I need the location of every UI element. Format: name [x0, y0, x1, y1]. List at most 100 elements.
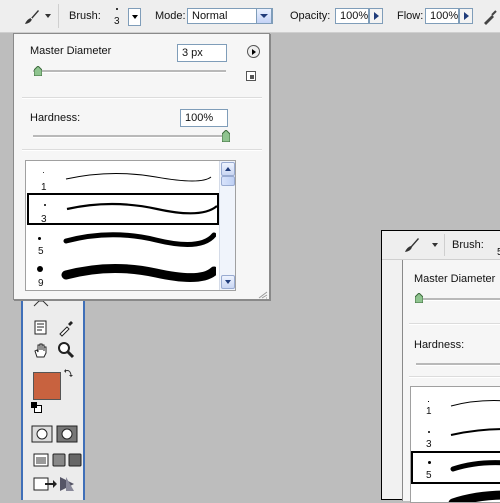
brush-picker-panel: Master Diameter 3 px Hardness: 100% 1 3 …	[13, 33, 270, 300]
master-diameter-slider-thumb[interactable]	[33, 65, 43, 77]
chevron-down-icon	[225, 280, 231, 284]
full-screen-mode-icon[interactable]	[65, 450, 85, 470]
brush-preset-size: 9	[38, 278, 44, 289]
brush-preset-row[interactable]: 1	[26, 161, 221, 193]
new-preset-icon[interactable]	[246, 71, 256, 81]
brush-preset-row[interactable]: 5	[26, 225, 221, 257]
second-hardness-slider[interactable]	[416, 363, 500, 366]
brush-stroke-preview	[448, 490, 500, 502]
divider	[22, 97, 262, 99]
brush-stroke-preview	[450, 428, 500, 436]
notes-tool-icon[interactable]	[31, 318, 51, 338]
toolbox	[21, 298, 85, 500]
brush-stroke-preview	[450, 400, 500, 407]
mode-value: Normal	[192, 10, 228, 22]
hardness-field[interactable]: 100%	[180, 109, 228, 127]
hardness-value: 100%	[185, 112, 214, 124]
second-brush-picker-panel: Master Diameter Hardness: 1 3 5	[402, 260, 500, 503]
scroll-up-button[interactable]	[221, 162, 235, 176]
brush-list-scrollbar[interactable]	[219, 161, 235, 290]
separator	[58, 4, 59, 28]
opacity-label: Opacity:	[290, 10, 331, 22]
second-brush-preset-list: 1 3 5	[410, 386, 500, 503]
mode-select[interactable]: Normal	[187, 8, 273, 24]
brush-preset-row[interactable]: 3	[411, 419, 500, 451]
brush-stroke-preview	[61, 264, 216, 282]
brush-preset-size: 5	[38, 246, 44, 257]
chevron-up-icon	[225, 167, 231, 171]
flow-slider-button[interactable]	[459, 8, 473, 24]
chevron-down-icon	[131, 15, 138, 19]
brush-stroke-preview	[450, 460, 500, 472]
flow-field[interactable]: 100%	[425, 8, 459, 24]
brush-tip-dot	[37, 266, 43, 272]
brush-tip-dot	[44, 204, 46, 206]
separator	[444, 234, 445, 256]
brush-stroke-preview	[66, 202, 217, 215]
brush-tool-icon[interactable]	[22, 7, 42, 27]
opacity-value: 100%	[340, 10, 369, 22]
panel-menu-button[interactable]	[247, 45, 260, 58]
brush-preset-size: 1	[426, 406, 432, 417]
second-master-diameter-thumb[interactable]	[414, 292, 424, 304]
brush-stroke-preview	[65, 172, 212, 182]
second-master-diameter-label: Master Diameter	[414, 273, 496, 285]
play-arrow-icon	[463, 12, 469, 20]
hand-tool-icon[interactable]	[31, 340, 51, 360]
brush-preset-row[interactable]	[411, 485, 500, 502]
hardness-label: Hardness:	[30, 112, 81, 124]
mode-dropdown-button[interactable]	[256, 8, 272, 24]
swap-colors-icon[interactable]	[63, 368, 73, 378]
hardness-slider-thumb[interactable]	[221, 129, 231, 143]
master-diameter-label: Master Diameter	[30, 45, 112, 57]
brush-tip-dot	[43, 172, 44, 173]
brush-tip-dot	[428, 431, 430, 433]
default-colors-icon[interactable]	[31, 402, 42, 413]
brush-preset-row[interactable]: 1	[411, 387, 500, 419]
eyedropper-tool-icon[interactable]	[56, 318, 76, 338]
brush-tip-dot	[38, 237, 41, 240]
flow-label: Flow:	[397, 10, 424, 22]
brush-preview-dot	[116, 8, 118, 10]
brush-preset-size: 5	[426, 470, 432, 481]
brush-tip-dot	[428, 401, 429, 402]
brush-preset-size: 3	[426, 439, 432, 450]
brush-preset-row-selected[interactable]: 5	[411, 451, 500, 484]
zoom-tool-icon[interactable]	[56, 340, 76, 360]
second-options-bar: Brush: 5	[382, 231, 500, 260]
imageready-logo-icon	[57, 474, 77, 494]
resize-grip-icon[interactable]	[258, 290, 268, 299]
airbrush-icon[interactable]	[479, 7, 499, 27]
opacity-slider-button[interactable]	[369, 8, 383, 24]
tool-preset-arrow-icon[interactable]	[432, 243, 438, 247]
master-diameter-field[interactable]: 3 px	[177, 44, 227, 62]
jump-to-imageready-icon[interactable]	[31, 474, 57, 494]
tool-preset-arrow-icon[interactable]	[45, 14, 51, 18]
options-bar: Brush: 3 Mode: Normal Opacity: 100% Flow…	[0, 0, 500, 33]
brush-preset-list: 1 3 5 9	[25, 160, 236, 291]
quick-mask-mode-icon[interactable]	[56, 424, 78, 444]
second-master-diameter-slider[interactable]	[416, 298, 500, 301]
opacity-field[interactable]: 100%	[335, 8, 369, 24]
standard-screen-mode-icon[interactable]	[31, 450, 51, 470]
scroll-down-button[interactable]	[221, 275, 235, 289]
hardness-slider[interactable]	[33, 135, 226, 138]
brush-tool-icon[interactable]	[402, 235, 422, 255]
brush-preset-row-selected[interactable]: 3	[27, 193, 219, 225]
second-window: Brush: 5 Master Diameter Hardness: 1 3 5	[381, 230, 500, 503]
play-arrow-icon	[373, 12, 379, 20]
brush-preset-row[interactable]: 9	[26, 257, 221, 289]
second-brush-label: Brush:	[452, 239, 484, 251]
play-arrow-icon	[252, 48, 256, 55]
foreground-color-swatch[interactable]	[33, 372, 61, 400]
flow-value: 100%	[430, 10, 459, 22]
mode-label: Mode:	[155, 10, 186, 22]
scroll-thumb[interactable]	[221, 176, 235, 186]
master-diameter-slider[interactable]	[33, 70, 226, 73]
divider	[409, 376, 500, 378]
brush-stroke-preview	[63, 232, 216, 247]
type-tool-icon[interactable]	[31, 300, 51, 308]
standard-mode-icon[interactable]	[31, 424, 53, 444]
second-hardness-label: Hardness:	[414, 339, 465, 351]
brush-picker-dropdown-button[interactable]	[128, 8, 141, 26]
